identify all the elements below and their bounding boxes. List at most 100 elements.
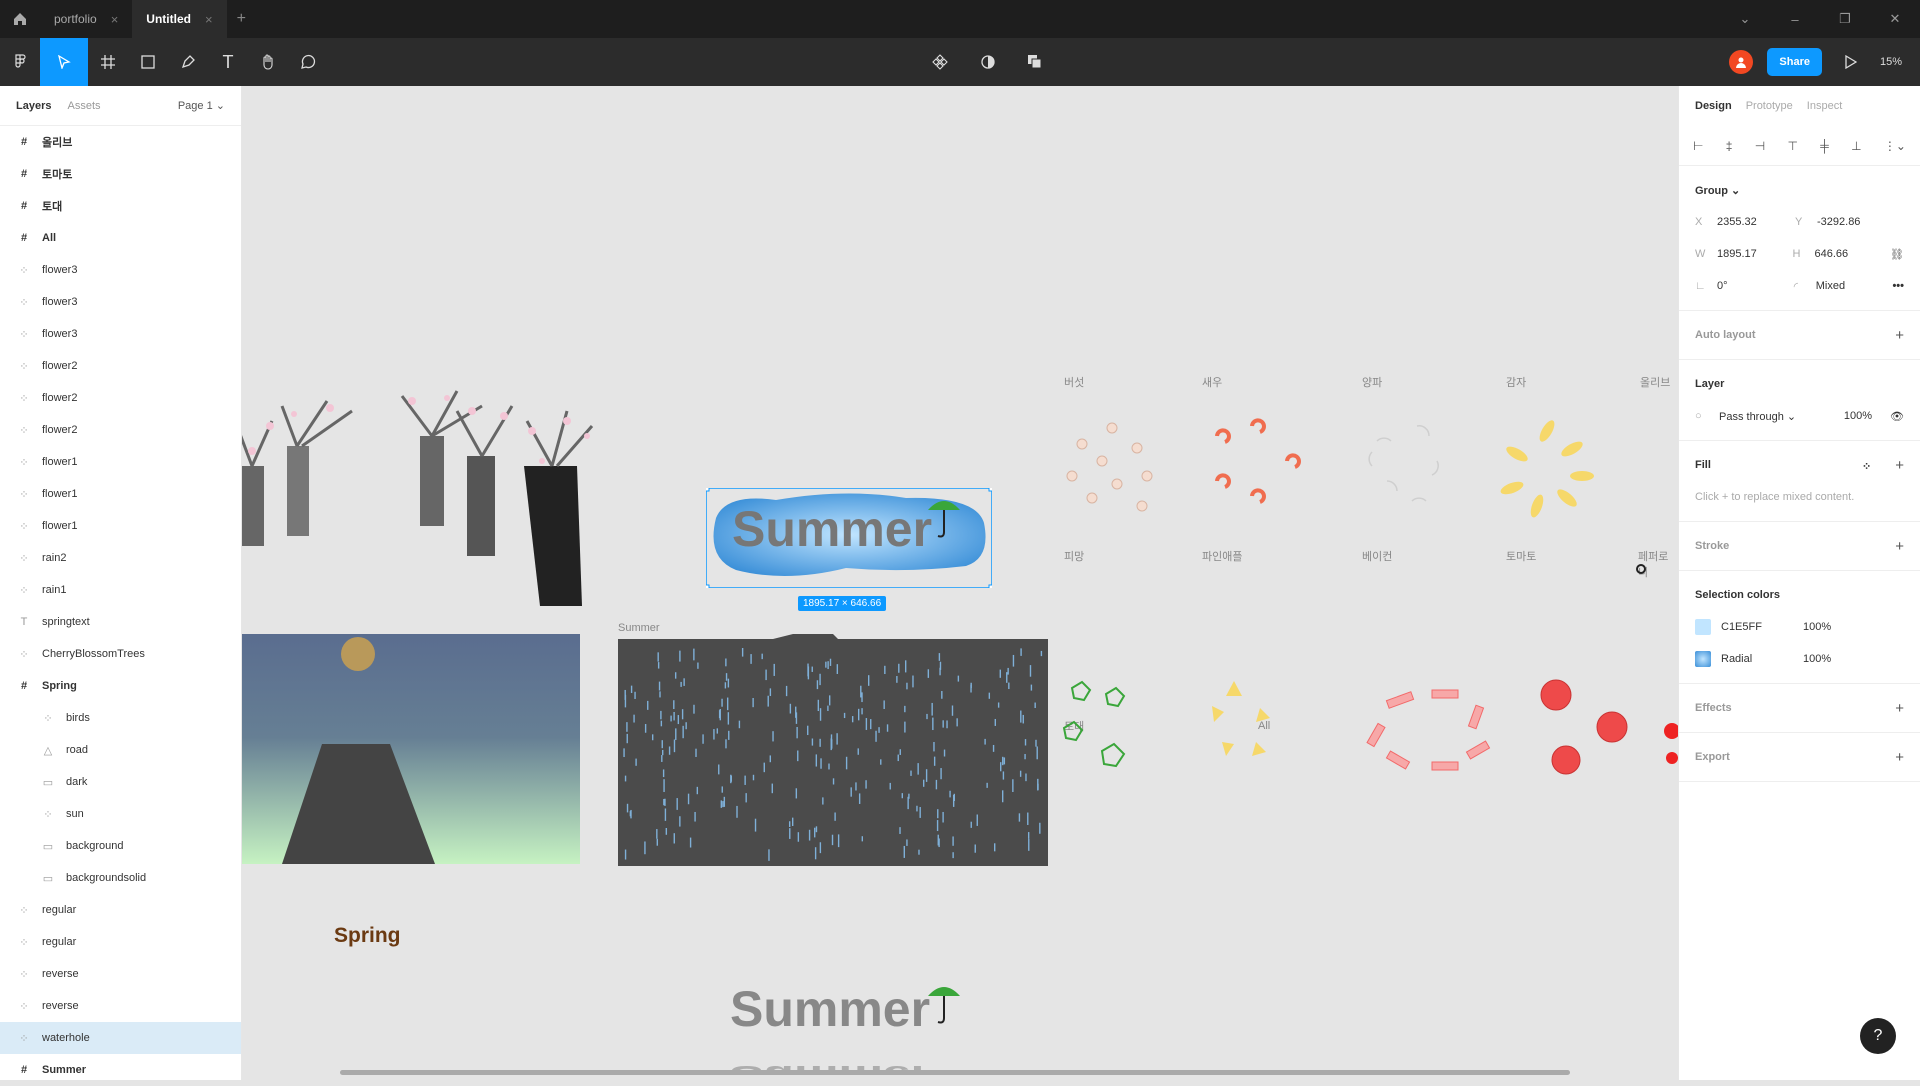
page-selector[interactable]: Page 1 ⌄ — [178, 99, 225, 112]
move-tool-icon[interactable] — [40, 38, 88, 86]
align-bottom-icon[interactable]: ⊥ — [1851, 139, 1861, 153]
layer-item[interactable]: ⁘ waterhole — [0, 1022, 241, 1054]
layer-item[interactable]: ⁘ flower1 — [0, 478, 241, 510]
present-icon[interactable] — [1836, 55, 1866, 69]
tab-assets[interactable]: Assets — [67, 100, 100, 112]
components-icon[interactable] — [920, 38, 960, 86]
more-options-icon[interactable]: ••• — [1892, 280, 1904, 292]
align-center-icon[interactable]: ‡ — [1726, 139, 1733, 153]
distribute-icon[interactable]: ⋮⌄ — [1884, 139, 1906, 153]
width-field[interactable]: 1895.17 — [1717, 248, 1757, 260]
layer-item[interactable]: ⁘ flower2 — [0, 382, 241, 414]
height-field[interactable]: 646.66 — [1815, 248, 1849, 260]
layer-item[interactable]: ⁘ regular — [0, 926, 241, 958]
layer-item[interactable]: ⁘ sun — [0, 798, 241, 830]
chevron-down-icon[interactable]: ⌄ — [1720, 11, 1770, 27]
align-middle-icon[interactable]: ╪ — [1820, 139, 1829, 153]
pizza-toppings[interactable] — [1042, 406, 1678, 806]
styles-icon[interactable]: ⁘ — [1862, 461, 1871, 473]
tab-untitled[interactable]: Untitled × — [132, 0, 227, 38]
layer-item[interactable]: ⁘ flower2 — [0, 350, 241, 382]
layer-item[interactable]: △ road — [0, 734, 241, 766]
layer-item[interactable]: ⁘ flower2 — [0, 414, 241, 446]
layer-item[interactable]: # Summer — [0, 1054, 241, 1086]
x-field[interactable]: 2355.32 — [1717, 216, 1757, 228]
layer-item[interactable]: ▭ backgroundsolid — [0, 862, 241, 894]
y-field[interactable]: -3292.86 — [1817, 216, 1860, 228]
layer-item[interactable]: # All — [0, 222, 241, 254]
summer-frame[interactable] — [618, 634, 1048, 866]
summer-regular-reverse[interactable]: Summer Summer — [730, 974, 970, 1074]
blend-mode-select[interactable]: Pass through ⌄ — [1719, 410, 1796, 423]
pen-tool-icon[interactable] — [168, 38, 208, 86]
tab-design[interactable]: Design — [1695, 100, 1732, 112]
selection-color-row[interactable]: C1E5FF 100% — [1695, 611, 1904, 643]
zoom-level[interactable]: 15% — [1880, 56, 1902, 68]
corner-radius-field[interactable]: Mixed — [1816, 280, 1845, 293]
layer-item[interactable]: ⁘ reverse — [0, 958, 241, 990]
share-button[interactable]: Share — [1767, 48, 1822, 76]
close-icon[interactable]: × — [205, 12, 213, 27]
home-icon[interactable] — [0, 0, 40, 38]
tab-prototype[interactable]: Prototype — [1746, 100, 1793, 112]
spring-text[interactable]: Spring — [334, 924, 401, 948]
color-swatch[interactable] — [1695, 651, 1711, 667]
close-window-icon[interactable]: ✕ — [1870, 11, 1920, 27]
align-top-icon[interactable]: ⊤ — [1788, 139, 1798, 153]
layer-item[interactable]: ⁘ flower1 — [0, 510, 241, 542]
tab-inspect[interactable]: Inspect — [1807, 100, 1842, 112]
layer-item[interactable]: # Spring — [0, 670, 241, 702]
align-right-icon[interactable]: ⊣ — [1755, 139, 1765, 153]
layer-item[interactable]: # 토마토 — [0, 158, 241, 190]
frame-tool-icon[interactable] — [88, 38, 128, 86]
add-auto-layout-icon[interactable]: + — [1895, 327, 1904, 344]
layer-item[interactable]: ⁘ flower3 — [0, 318, 241, 350]
tab-layers[interactable]: Layers — [16, 100, 51, 112]
avatar[interactable] — [1729, 50, 1754, 74]
add-export-icon[interactable]: + — [1895, 749, 1904, 766]
canvas[interactable]: Summer Summer 1895.17 × 646.66 Spring Su… — [242, 86, 1678, 1080]
cherry-blossom-trees[interactable] — [242, 366, 602, 606]
spring-frame[interactable] — [242, 634, 580, 864]
text-tool-icon[interactable]: T — [208, 38, 248, 86]
tab-portfolio[interactable]: portfolio × — [40, 0, 132, 38]
color-swatch[interactable] — [1695, 619, 1711, 635]
group-title[interactable]: Group ⌄ — [1695, 174, 1904, 206]
layer-item[interactable]: ⁘ reverse — [0, 990, 241, 1022]
mask-icon[interactable] — [968, 38, 1008, 86]
selection-color-row[interactable]: Radial 100% — [1695, 643, 1904, 675]
layer-item[interactable]: ⁘ CherryBlossomTrees — [0, 638, 241, 670]
add-fill-icon[interactable]: + — [1895, 457, 1904, 474]
waterhole-selection[interactable]: Summer 1895.17 × 646.66 — [706, 488, 992, 611]
layer-item[interactable]: ⁘ birds — [0, 702, 241, 734]
boolean-icon[interactable] — [1016, 38, 1056, 86]
comment-tool-icon[interactable] — [288, 38, 328, 86]
layer-item[interactable]: ⁘ flower3 — [0, 286, 241, 318]
opacity-field[interactable]: 100% — [1844, 410, 1872, 422]
minimize-icon[interactable]: – — [1770, 12, 1820, 27]
visibility-eye-icon[interactable]: 👁 — [1890, 410, 1904, 423]
align-left-icon[interactable]: ⊢ — [1693, 139, 1703, 153]
layer-item[interactable]: ▭ dark — [0, 766, 241, 798]
new-tab-icon[interactable]: + — [227, 10, 256, 28]
main-menu-icon[interactable] — [0, 38, 40, 86]
layer-item[interactable]: ▭ background — [0, 830, 241, 862]
rectangle-tool-icon[interactable] — [128, 38, 168, 86]
layer-item[interactable]: ⁘ flower1 — [0, 446, 241, 478]
hand-tool-icon[interactable] — [248, 38, 288, 86]
close-icon[interactable]: × — [111, 12, 119, 27]
layer-item[interactable]: ⁘ regular — [0, 894, 241, 926]
layer-item[interactable]: ⁘ rain1 — [0, 574, 241, 606]
add-stroke-icon[interactable]: + — [1895, 538, 1904, 555]
layer-item[interactable]: ⁘ rain2 — [0, 542, 241, 574]
layer-item[interactable]: Tspringtext — [0, 606, 241, 638]
layer-item[interactable]: ⁘ flower3 — [0, 254, 241, 286]
constrain-proportions-icon[interactable]: ⛓ — [1890, 248, 1904, 261]
help-button[interactable]: ? — [1860, 1018, 1896, 1054]
add-effect-icon[interactable]: + — [1895, 700, 1904, 717]
restore-icon[interactable]: ❐ — [1820, 11, 1870, 27]
layer-item[interactable]: # 올리브 — [0, 126, 241, 158]
rotation-field[interactable]: 0° — [1717, 280, 1728, 292]
horizontal-scrollbar[interactable] — [340, 1070, 1570, 1075]
layer-item[interactable]: # 토대 — [0, 190, 241, 222]
